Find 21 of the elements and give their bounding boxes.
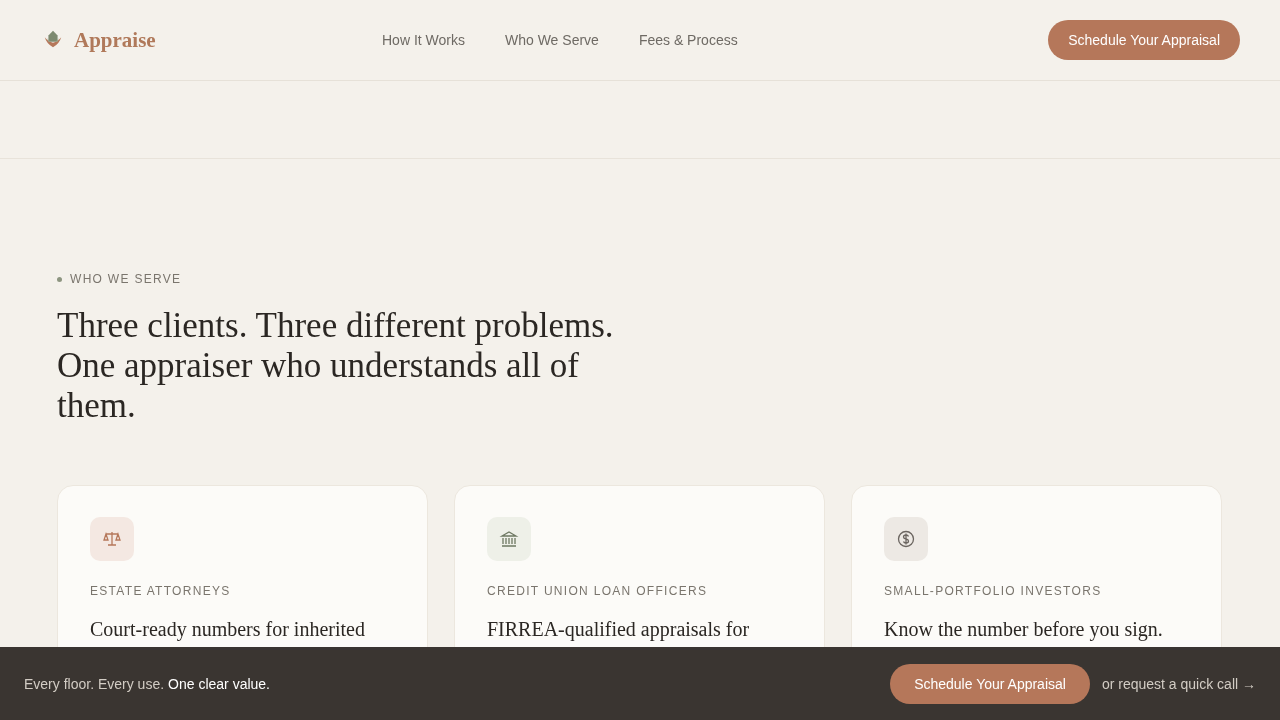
card-headline: FIRREA-qualified appraisals for (487, 618, 751, 641)
card-headline: Know the number before you sign. (884, 618, 1164, 641)
brand-name[interactable]: Appraise (74, 27, 156, 53)
bank-icon (499, 529, 519, 549)
schedule-button[interactable]: Schedule Your Appraisal (890, 663, 1090, 704)
schedule-button[interactable]: Schedule Your Appraisal (1048, 20, 1240, 60)
nav-link[interactable]: How It Works (382, 32, 465, 48)
dollar-coin-icon (896, 529, 916, 549)
scales-icon (102, 529, 122, 549)
bullet-dot (57, 276, 62, 282)
nav-link[interactable]: Who We Serve (505, 32, 599, 48)
tagline-emphasis: One clear value. (168, 675, 270, 692)
card-label: CREDIT UNION LOAN OFFICERS (487, 584, 709, 598)
tagline-text: Every floor. Every use. (24, 675, 165, 692)
card-headline: Court-ready numbers for inherited (90, 618, 366, 641)
section-eyebrow: WHO WE SERVE (70, 272, 182, 286)
nav-link[interactable]: Fees & Process (638, 32, 738, 48)
quick-call-link[interactable]: or request a quick call → (1101, 675, 1256, 692)
section-heading: Three clients. Three different problems. One appraiser who understands all of them. (57, 306, 615, 426)
card-label: SMALL-PORTFOLIO INVESTORS (884, 584, 1103, 598)
card-label: ESTATE ATTORNEYS (90, 584, 232, 598)
